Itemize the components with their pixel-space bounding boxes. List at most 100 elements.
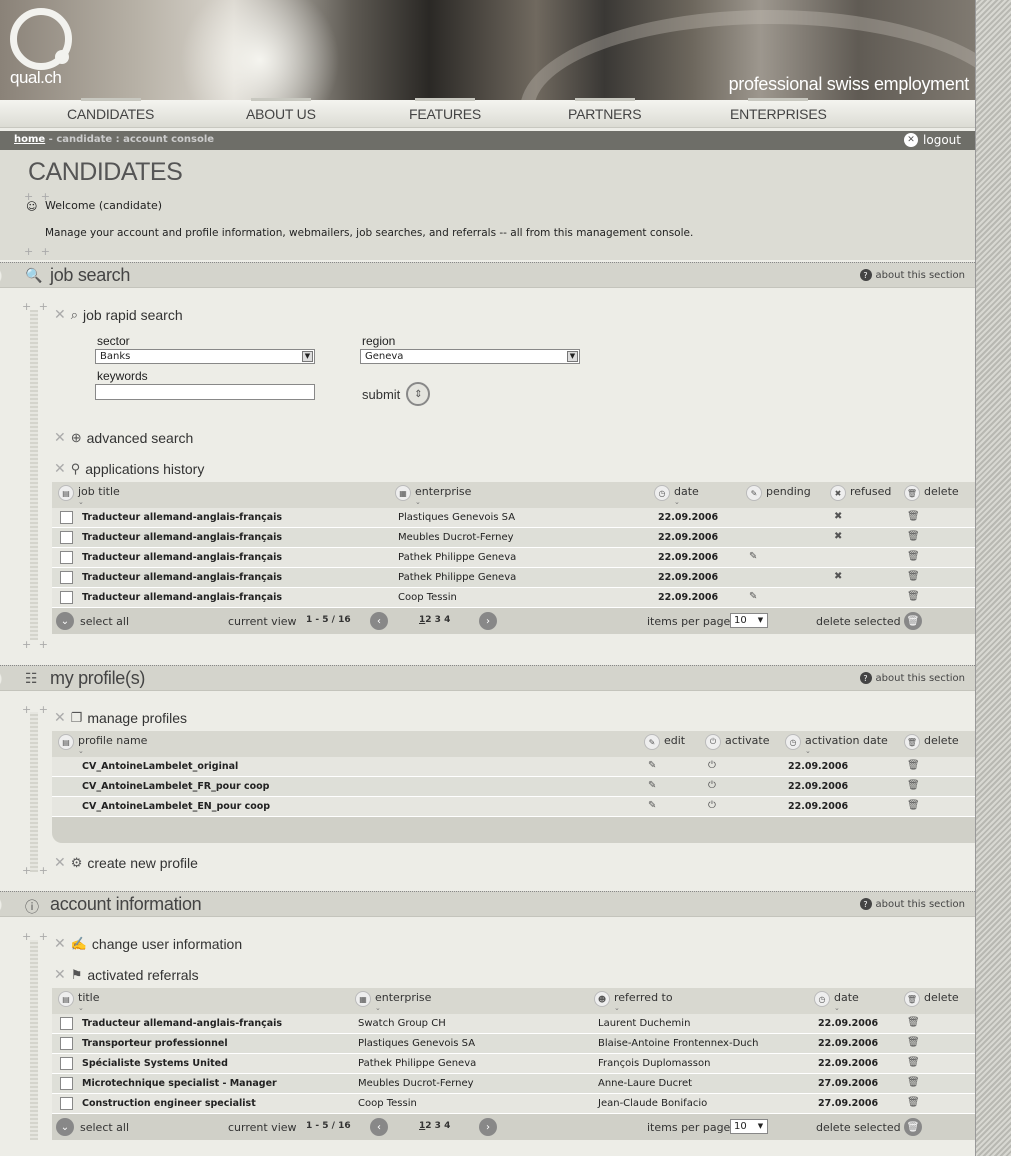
- table-row: Traducteur allemand-anglais-français Pat…: [52, 568, 975, 588]
- row-checkbox[interactable]: [60, 591, 73, 604]
- select-all-link[interactable]: select all: [80, 1121, 129, 1134]
- trash-icon[interactable]: 🗑: [904, 612, 922, 630]
- col-refused[interactable]: ✖ refused: [830, 485, 891, 501]
- power-icon[interactable]: ⏻: [708, 780, 716, 791]
- about-section-link[interactable]: ? about this section: [859, 898, 965, 910]
- trash-icon[interactable]: 🗑: [907, 511, 920, 522]
- col-referred-to[interactable]: ☻ referred to ⌄: [594, 991, 673, 1012]
- nav-enterprises[interactable]: ENTERPRISES: [730, 98, 827, 122]
- page-link[interactable]: 2: [425, 1121, 431, 1131]
- page-link[interactable]: 3: [435, 1121, 441, 1131]
- select-all-icon[interactable]: ⌄: [56, 612, 74, 630]
- about-section-link[interactable]: ? about this section: [859, 672, 965, 684]
- profiles-icon: ❐: [70, 709, 83, 725]
- trash-icon[interactable]: 🗑: [907, 760, 920, 771]
- page-link[interactable]: 4: [444, 1121, 450, 1131]
- pencil-icon[interactable]: ✎: [648, 760, 656, 771]
- logo-text[interactable]: qual.ch: [10, 68, 62, 88]
- trash-icon[interactable]: 🗑: [907, 1057, 920, 1068]
- collapse-icon: ✕: [54, 306, 66, 322]
- pencil-icon[interactable]: ✎: [648, 800, 656, 811]
- sector-select[interactable]: Banks ▼: [95, 349, 315, 364]
- prev-page-icon[interactable]: ‹: [370, 1118, 388, 1136]
- row-checkbox[interactable]: [60, 571, 73, 584]
- col-activate[interactable]: ⏻ activate: [705, 734, 770, 750]
- items-per-page-select[interactable]: 10 ▼: [730, 613, 768, 628]
- col-enterprise[interactable]: ▦ enterprise ⌄: [395, 485, 471, 506]
- breadcrumb-home[interactable]: home: [14, 134, 45, 145]
- history-icon: ⚲: [70, 460, 81, 476]
- trash-icon[interactable]: 🗑: [907, 800, 920, 811]
- col-pending[interactable]: ✎ pending: [746, 485, 811, 501]
- trash-icon[interactable]: 🗑: [907, 1017, 920, 1028]
- applications-history-heading[interactable]: ✕ ⚲ applications history: [54, 460, 204, 477]
- page-link[interactable]: 4: [444, 615, 450, 625]
- row-checkbox[interactable]: [60, 1077, 73, 1090]
- trash-icon[interactable]: 🗑: [907, 591, 920, 602]
- power-icon[interactable]: ⏻: [708, 800, 716, 811]
- pencil-icon[interactable]: ✎: [648, 780, 656, 791]
- submit-button[interactable]: submit ⇕: [362, 382, 431, 406]
- col-date[interactable]: ◷ date ⌄: [654, 485, 699, 506]
- create-new-profile-heading[interactable]: ✕ ⚙ create new profile: [54, 854, 198, 871]
- col-activation-date[interactable]: ◷ activation date ⌄: [785, 734, 888, 755]
- nav-partners[interactable]: PARTNERS: [568, 98, 642, 122]
- col-delete[interactable]: 🗑 delete: [904, 485, 959, 501]
- row-checkbox[interactable]: [60, 1037, 73, 1050]
- table-row: CV_AntoineLambelet_original ✎ ⏻ 22.09.20…: [52, 757, 975, 777]
- sector-label: sector: [97, 334, 130, 348]
- delete-selected-link[interactable]: delete selected: [816, 615, 901, 628]
- trash-icon[interactable]: 🗑: [907, 1077, 920, 1088]
- trash-icon[interactable]: 🗑: [907, 551, 920, 562]
- job-rapid-search-heading[interactable]: ✕ ⌕ job rapid search: [54, 306, 183, 323]
- referrals-icon: ⚑: [70, 966, 83, 982]
- trash-icon[interactable]: 🗑: [907, 531, 920, 542]
- page-link[interactable]: 2: [425, 615, 431, 625]
- col-edit[interactable]: ✎ edit: [644, 734, 685, 750]
- prev-page-icon[interactable]: ‹: [370, 612, 388, 630]
- col-title[interactable]: ▤ title ⌄: [58, 991, 100, 1012]
- col-delete[interactable]: 🗑 delete: [904, 734, 959, 750]
- row-checkbox[interactable]: [60, 531, 73, 544]
- sort-icon: ⌄: [805, 747, 811, 755]
- next-page-icon[interactable]: ›: [479, 1118, 497, 1136]
- about-section-link[interactable]: ? about this section: [859, 269, 965, 281]
- trash-icon[interactable]: 🗑: [907, 571, 920, 582]
- row-checkbox[interactable]: [60, 1017, 73, 1030]
- advanced-search-heading[interactable]: ✕ ⊕ advanced search: [54, 429, 193, 446]
- col-job-title[interactable]: ▤ job title ⌄: [58, 485, 120, 506]
- items-per-page-select[interactable]: 10 ▼: [730, 1119, 768, 1134]
- nav-candidates[interactable]: CANDIDATES: [67, 98, 154, 122]
- col-profile-name[interactable]: ▤ profile name ⌄: [58, 734, 147, 755]
- manage-profiles-heading[interactable]: ✕ ❐ manage profiles: [54, 709, 187, 726]
- trash-icon[interactable]: 🗑: [907, 1037, 920, 1048]
- trash-icon[interactable]: 🗑: [907, 1097, 920, 1108]
- document-icon: ▤: [58, 485, 74, 501]
- next-page-icon[interactable]: ›: [479, 612, 497, 630]
- nav-about-us[interactable]: ABOUT US: [246, 98, 316, 122]
- select-all-icon[interactable]: ⌄: [56, 1118, 74, 1136]
- power-icon[interactable]: ⏻: [708, 760, 716, 771]
- region-select[interactable]: Geneva ▼: [360, 349, 580, 364]
- row-checkbox[interactable]: [60, 1057, 73, 1070]
- refused-icon: ✖: [834, 571, 843, 582]
- trash-icon[interactable]: 🗑: [907, 780, 920, 791]
- delete-selected-link[interactable]: delete selected: [816, 1121, 901, 1134]
- page-link[interactable]: 3: [435, 615, 441, 625]
- logout-button[interactable]: ✕ logout: [904, 133, 961, 147]
- welcome-text: Welcome (candidate): [45, 199, 162, 212]
- nav-features[interactable]: FEATURES: [409, 98, 481, 122]
- trash-icon[interactable]: 🗑: [904, 1118, 922, 1136]
- row-checkbox[interactable]: [60, 1097, 73, 1110]
- col-delete[interactable]: 🗑 delete: [904, 991, 959, 1007]
- keywords-input[interactable]: [95, 384, 315, 400]
- select-all-link[interactable]: select all: [80, 615, 129, 628]
- row-checkbox[interactable]: [60, 551, 73, 564]
- col-date[interactable]: ◷ date ⌄: [814, 991, 859, 1012]
- help-icon: ?: [859, 672, 872, 684]
- row-checkbox[interactable]: [60, 511, 73, 524]
- activated-referrals-heading[interactable]: ✕ ⚑ activated referrals: [54, 966, 199, 983]
- col-enterprise[interactable]: ▦ enterprise ⌄: [355, 991, 431, 1012]
- change-user-information-heading[interactable]: ✕ ✍ change user information: [54, 935, 242, 952]
- building-icon: ▦: [395, 485, 411, 501]
